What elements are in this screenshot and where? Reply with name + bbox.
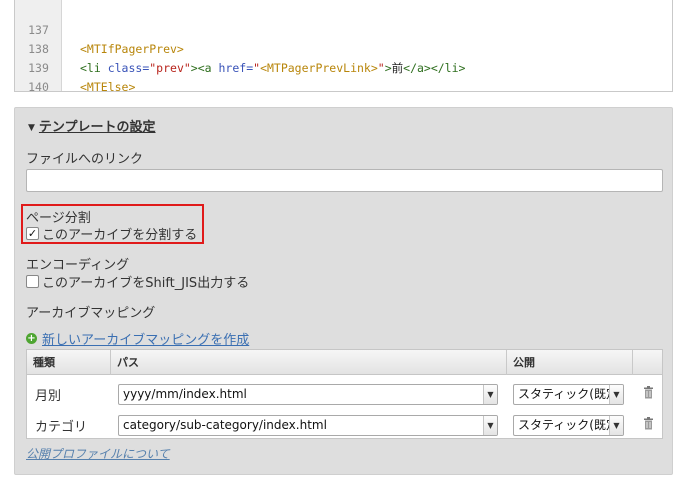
dropdown-arrow-icon: ▼ [609,385,623,404]
encoding-checkbox-row[interactable]: このアーカイブをShift_JIS出力する [26,272,249,291]
encoding-checkbox-label: このアーカイブをShift_JIS出力する [42,276,250,291]
trash-icon[interactable] [643,386,654,399]
pagination-checkbox-label: このアーカイブを分割する [42,228,198,243]
header-type: 種類 [33,356,55,369]
code-line-141: 141 </MTElse> [15,78,672,91]
code-line-140: 140 <li class="prev"><span>前</span></li> [15,59,672,91]
path-select[interactable]: yyyy/mm/index.html ▼ [118,384,498,405]
publishing-profile-link[interactable]: 公開プロファイルについて [26,445,170,462]
file-link-input[interactable] [26,169,663,192]
dropdown-arrow-icon: ▼ [483,416,497,435]
publish-select-value: スタティック(既定 [518,418,618,432]
publish-select[interactable]: スタティック(既定 ▼ [513,415,624,436]
trash-icon[interactable] [643,417,654,430]
pagination-checkbox-row[interactable]: ✓ このアーカイブを分割する [26,224,197,243]
encoding-label: エンコーディング [26,258,130,273]
dropdown-arrow-icon: ▼ [609,416,623,435]
triangle-down-icon: ▼ [28,123,35,133]
header-publish: 公開 [513,356,535,369]
code-editor[interactable]: 137 <MTIfPagerPrev> 138 <li class="prev"… [14,0,673,92]
new-archive-mapping-link[interactable]: 新しいアーカイブマッピングを作成 [42,329,249,348]
publish-select-value: スタティック(既定 [518,387,618,401]
pagination-checkbox[interactable]: ✓ [26,227,39,240]
panel-title: テンプレートの設定 [38,120,156,135]
archive-mapping-label: アーカイブマッピング [26,306,156,321]
template-settings-toggle[interactable]: ▼ テンプレートの設定 [28,116,156,135]
code-line-139: 139 <MTElse> [15,40,672,91]
table-row: カテゴリ category/sub-category/index.html ▼ … [27,408,662,440]
table-row: 月別 yyyy/mm/index.html ▼ スタティック(既定 ▼ [27,377,662,409]
archive-mapping-table: 種類 パス 公開 月別 yyyy/mm/index.html ▼ スタティック(… [26,349,663,439]
table-header: 種類 パス 公開 [27,350,662,375]
dropdown-arrow-icon: ▼ [483,385,497,404]
mapping-type: カテゴリ [35,420,88,435]
template-settings-panel: ▼ テンプレートの設定 ファイルへのリンク ページ分割 ✓ このアーカイブを分割す… [14,107,673,475]
code-line-138: 138 <li class="prev"><a href="<MTPagerPr… [15,21,672,75]
encoding-checkbox[interactable] [26,275,39,288]
file-link-label: ファイルへのリンク [26,152,144,167]
path-select-value: yyyy/mm/index.html [123,387,247,401]
code-line-137: 137 <MTIfPagerPrev> [15,2,672,56]
publish-select[interactable]: スタティック(既定 ▼ [513,384,624,405]
header-path: パス [117,356,139,369]
new-archive-mapping[interactable]: + 新しいアーカイブマッピングを作成 [26,329,249,348]
header-divider [632,350,633,375]
mapping-type: 月別 [35,389,62,404]
plus-icon: + [26,333,37,344]
path-select-value: category/sub-category/index.html [123,418,327,432]
path-select[interactable]: category/sub-category/index.html ▼ [118,415,498,436]
